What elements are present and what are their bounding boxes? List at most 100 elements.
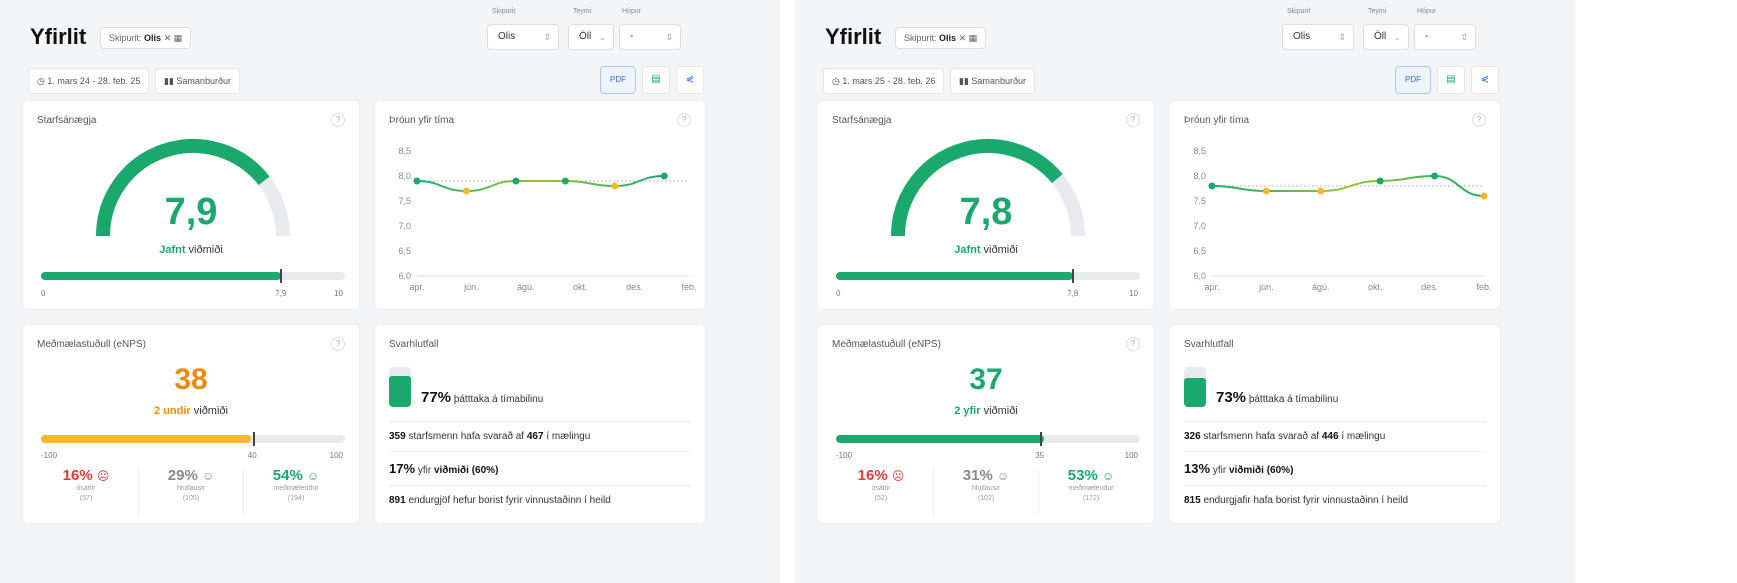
updown-icon: ⇕ <box>1338 32 1346 42</box>
y-tick-label: 8,5 <box>1193 146 1206 156</box>
answered-text-b: í mælingu <box>1341 431 1386 442</box>
trend-point <box>512 177 520 185</box>
benchmark-word: yfir <box>1212 465 1227 476</box>
feedback-count: 815 <box>1184 495 1201 506</box>
share-icon[interactable]: ⋞ <box>676 66 704 94</box>
x-tick-label: ágú. <box>1312 282 1330 292</box>
bar-min-label: 0 <box>41 289 46 298</box>
trend-point <box>1262 187 1270 195</box>
compare-button[interactable]: ▮▮ Samanburður <box>155 68 240 94</box>
feedback-count: 891 <box>389 495 406 506</box>
enps-stat-pct: 54% ☺ <box>272 467 320 484</box>
satisfaction-bar <box>41 269 345 283</box>
pdf-export-button[interactable]: PDF <box>1395 66 1431 94</box>
benchmark-row: 17% yfir viðmiði (60%) <box>389 461 498 476</box>
comparison-strong: 2 undir <box>154 405 191 417</box>
smile-icon: ☺ <box>306 469 320 483</box>
y-tick-label: 6,0 <box>398 271 411 281</box>
divider <box>389 421 691 422</box>
bar-min-label: 0 <box>836 289 841 298</box>
enps-stat-pct: 16% ☹ <box>62 467 110 484</box>
close-icon[interactable]: ✕ <box>959 33 967 43</box>
date-range-label: 1. mars 25 - 28. feb. 26 <box>842 76 936 86</box>
trend-card: Þróun yfir tíma ? 8,5 8,0 7,5 7,0 6,5 6,0 apr.… <box>1169 100 1501 310</box>
participation-gauge <box>1184 367 1206 407</box>
x-tick-label: jún. <box>1258 282 1274 292</box>
enps-stat-label: ósáttir <box>76 485 96 492</box>
enps-stat-ósáttir: 16% ☹ ósáttir (52) <box>836 467 926 504</box>
enps-stat-ósáttir: 16% ☹ ósáttir (57) <box>41 467 131 504</box>
satisfaction-score: 7,8 <box>959 191 1013 233</box>
document-icon[interactable]: ▤ <box>642 66 670 94</box>
satisfaction-bar-fill <box>41 272 282 280</box>
trend-point <box>1431 172 1439 180</box>
y-tick-label: 7,0 <box>398 221 411 231</box>
enps-card: Meðmælastuðull (eNPS) ? 37 2 yfir viðmið… <box>817 324 1155 524</box>
clock-icon: ◷ <box>832 76 840 86</box>
group-select-value: - <box>630 31 634 42</box>
org-select[interactable]: Olis ⇕ <box>487 24 559 50</box>
y-tick-label: 8,5 <box>398 146 411 156</box>
trend-point <box>413 177 421 185</box>
stat-separator <box>138 469 139 515</box>
answered-text-b: í mælingu <box>546 431 591 442</box>
help-icon[interactable]: ? <box>1126 337 1140 351</box>
dashboard-panel-left: Yfirlit Skipurit: Olis ✕ ▦ Skipurit Teym… <box>0 0 780 583</box>
enps-stat-count: (172) <box>1082 495 1100 502</box>
satisfaction-comparison: Jafnt viðmiði <box>23 244 359 256</box>
compare-label: Samanburður <box>176 76 231 86</box>
date-range-button[interactable]: ◷ 1. mars 25 - 28. feb. 26 <box>823 68 945 94</box>
x-tick-label: okt. <box>1368 282 1383 292</box>
enps-stat-count: (52) <box>874 495 888 502</box>
feedback-row: 815 endurgjafir hafa borist fyrir vinnus… <box>1184 495 1408 506</box>
enps-stat-pct: 53% ☺ <box>1067 467 1115 484</box>
trend-point <box>1317 187 1325 195</box>
trend-title: Þróun yfir tíma <box>1184 115 1250 126</box>
total-count: 467 <box>526 431 544 442</box>
feedback-text: endurgjafir hafa borist fyrir vinnustaði… <box>1203 495 1409 506</box>
document-icon[interactable]: ▤ <box>1437 66 1465 94</box>
filter-chip[interactable]: Skipurit: Olis ✕ ▦ <box>100 27 192 49</box>
enps-stat-pct: 16% ☹ <box>857 467 905 484</box>
org-chart-icon: ▦ <box>173 33 183 43</box>
answered-text-a: starfsmenn hafa svarað af <box>408 431 525 442</box>
compare-button[interactable]: ▮▮ Samanburður <box>950 68 1035 94</box>
help-icon[interactable]: ? <box>331 337 345 351</box>
group-select[interactable]: - ⇕ <box>619 24 681 50</box>
x-tick-label: ágú. <box>517 282 535 292</box>
group-select[interactable]: - ⇕ <box>1414 24 1476 50</box>
panel-divider <box>780 0 795 583</box>
enps-stat-count: (57) <box>79 495 93 502</box>
benchmark-label: viðmiði (60%) <box>1228 465 1294 476</box>
filter-chip[interactable]: Skipurit: Olis ✕ ▦ <box>895 27 987 49</box>
team-select[interactable]: Öll ⌄ <box>568 24 614 50</box>
enps-bar-marker <box>1040 432 1043 446</box>
y-tick-label: 6,5 <box>398 246 411 256</box>
answered-row: 359 starfsmenn hafa svarað af 467 í mæli… <box>389 431 590 442</box>
y-tick-label: 7,5 <box>398 196 411 206</box>
response-card: Svarhlutfall 73% þátttaka á tímabilinu 3… <box>1169 324 1501 524</box>
close-icon[interactable]: ✕ <box>164 33 172 43</box>
bar-max-label: 10 <box>334 289 343 298</box>
clock-icon: ◷ <box>37 76 45 86</box>
help-icon[interactable]: ? <box>677 113 691 127</box>
pdf-export-button[interactable]: PDF <box>600 66 636 94</box>
share-icon[interactable]: ⋞ <box>1471 66 1499 94</box>
stat-separator <box>933 469 934 515</box>
benchmark-delta: 17% <box>389 461 416 476</box>
help-icon[interactable]: ? <box>1472 113 1486 127</box>
org-select[interactable]: Olis ⇕ <box>1282 24 1354 50</box>
org-select-value: Olis <box>1293 31 1311 42</box>
help-icon[interactable]: ? <box>1126 113 1140 127</box>
trend-point <box>561 177 569 185</box>
satisfaction-bar-fill <box>836 272 1074 280</box>
team-select[interactable]: Öll ⌄ <box>1363 24 1409 50</box>
participation-row: 73% þátttaka á tímabilinu <box>1216 389 1338 406</box>
dashboard-panel-right: Yfirlit Skipurit: Olis ✕ ▦ Skipurit Teym… <box>795 0 1575 583</box>
y-tick-label: 8,0 <box>1193 171 1206 181</box>
updown-icon: ⇕ <box>1460 32 1468 42</box>
enps-bar-fill <box>836 435 1045 443</box>
date-range-button[interactable]: ◷ 1. mars 24 - 28. feb. 25 <box>28 68 150 94</box>
help-icon[interactable]: ? <box>331 113 345 127</box>
enps-stat-count: (102) <box>977 495 995 502</box>
